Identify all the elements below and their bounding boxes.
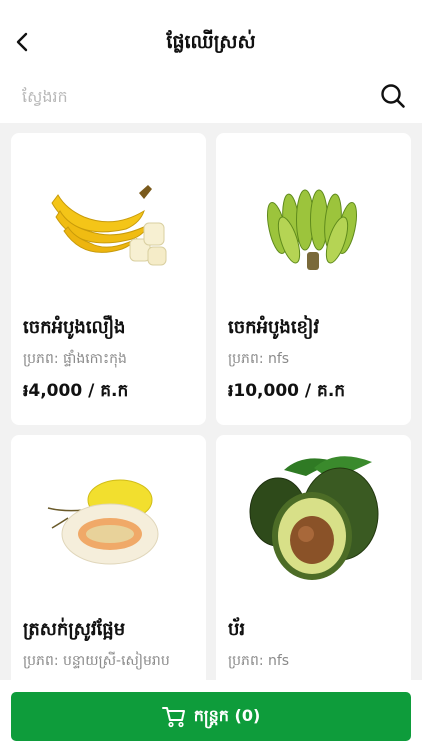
banana-yellow-icon <box>50 185 166 266</box>
product-source: ប្រភព: nfs <box>228 653 290 669</box>
search-bar <box>0 78 422 118</box>
product-name: ត្រសក់ស្រូវផ្អែម <box>23 619 126 640</box>
product-card[interactable]: ចេកអំបូងលឿង ប្រភព: ផ្ទាំងកោះកុង ៛4,000 /… <box>11 133 206 425</box>
product-image <box>216 161 411 291</box>
product-card[interactable]: ចេកអំបូងខៀវ ប្រភព: nfs ៛10,000 / គ.ក <box>216 133 411 425</box>
app-header: ផ្លែឈើស្រស់ <box>0 0 422 123</box>
product-name: ចេកអំបូងលឿង <box>23 317 126 338</box>
cart-label: កន្ត្រក (0) <box>193 705 261 725</box>
melon-icon <box>47 479 158 565</box>
product-name: ចេកអំបូងខៀវ <box>228 317 320 338</box>
product-name: ប័រ <box>228 619 246 640</box>
product-price: ៛4,000 / គ.ក <box>23 381 129 401</box>
product-source: ប្រភព: បន្ទាយស្រី-សៀមរាប <box>23 653 170 669</box>
search-icon <box>381 84 405 108</box>
search-input[interactable] <box>22 80 362 112</box>
cart-button[interactable]: កន្ត្រក (0) <box>11 692 411 741</box>
product-source: ប្រភព: nfs <box>228 351 290 367</box>
product-image <box>11 457 206 587</box>
product-image <box>216 451 411 581</box>
search-button[interactable] <box>378 81 408 111</box>
product-image <box>11 161 206 291</box>
product-price: ៛10,000 / គ.ក <box>228 381 346 401</box>
cart-icon <box>161 706 185 727</box>
product-source: ប្រភព: ផ្ទាំងកោះកុង <box>23 351 127 367</box>
page-title: ផ្លែឈើស្រស់ <box>166 31 256 53</box>
avocado-icon <box>249 456 378 580</box>
banana-green-icon <box>266 189 357 270</box>
